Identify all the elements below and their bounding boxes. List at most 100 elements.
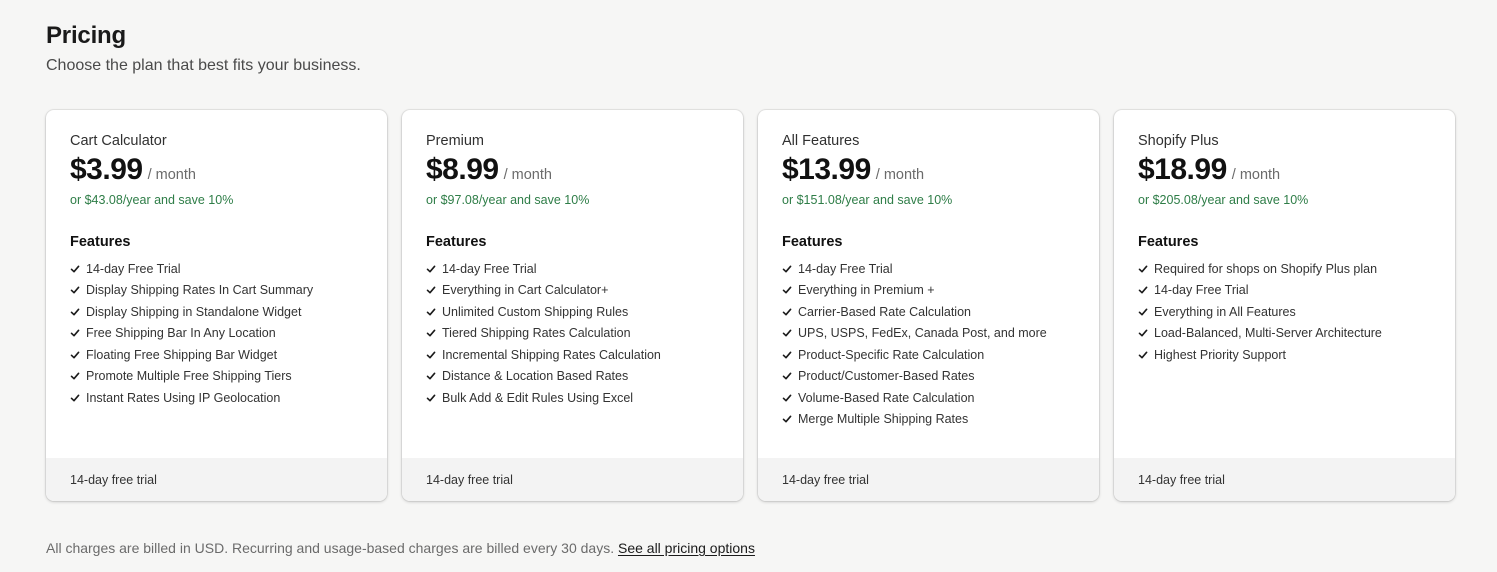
feature-text: Product/Customer-Based Rates: [798, 369, 975, 384]
checkmark-icon: [426, 328, 438, 338]
feature-text: Display Shipping Rates In Cart Summary: [86, 283, 314, 298]
feature-text: Bulk Add & Edit Rules Using Excel: [442, 390, 634, 405]
features-list: Required for shops on Shopify Plus plan 1…: [1138, 258, 1431, 366]
trial-footer: 14-day free trial: [402, 458, 743, 501]
plan-period: / month: [147, 167, 196, 183]
checkmark-icon: [70, 328, 82, 338]
feature-text: Free Shipping Bar In Any Location: [86, 326, 276, 341]
feature-text: Carrier-Based Rate Calculation: [798, 304, 971, 319]
plan-name: Shopify Plus: [1138, 133, 1219, 149]
yearly-savings: or $205.08/year and save 10%: [1138, 193, 1309, 207]
checkmark-icon: [1138, 350, 1150, 360]
feature-text: 14-day Free Trial: [798, 261, 893, 276]
feature-item: 14-day Free Trial: [70, 258, 363, 280]
checkmark-icon: [782, 264, 794, 274]
feature-item: Volume-Based Rate Calculation: [782, 387, 1075, 409]
checkmark-icon: [782, 393, 794, 403]
feature-text: Distance & Location Based Rates: [442, 369, 629, 384]
feature-item: Distance & Location Based Rates: [426, 366, 719, 388]
plan-price: $13.99: [782, 153, 871, 186]
billing-note-text: All charges are billed in USD. Recurring…: [46, 540, 615, 556]
checkmark-icon: [70, 264, 82, 274]
feature-item: Product/Customer-Based Rates: [782, 366, 1075, 388]
features-list: 14-day Free Trial Display Shipping Rates …: [70, 258, 363, 409]
price-row: $18.99/ month: [1138, 153, 1431, 187]
feature-text: Everything in Premium +: [798, 283, 935, 298]
checkmark-icon: [426, 371, 438, 381]
billing-note: All charges are billed in USD. Recurring…: [46, 540, 755, 556]
feature-item: UPS, USPS, FedEx, Canada Post, and more: [782, 323, 1075, 345]
feature-text: Promote Multiple Free Shipping Tiers: [86, 369, 292, 384]
feature-text: Everything in All Features: [1154, 304, 1296, 319]
feature-item: Unlimited Custom Shipping Rules: [426, 301, 719, 323]
checkmark-icon: [782, 371, 794, 381]
feature-item: Everything in Cart Calculator+: [426, 280, 719, 302]
checkmark-icon: [426, 393, 438, 403]
checkmark-icon: [782, 285, 794, 295]
feature-item: Floating Free Shipping Bar Widget: [70, 344, 363, 366]
feature-item: Tiered Shipping Rates Calculation: [426, 323, 719, 345]
price-row: $8.99/ month: [426, 153, 719, 187]
plan-period: / month: [875, 167, 925, 183]
plan-price: $8.99: [426, 153, 499, 186]
checkmark-icon: [70, 307, 82, 317]
checkmark-icon: [70, 393, 82, 403]
page-title: Pricing: [46, 22, 126, 49]
feature-text: Floating Free Shipping Bar Widget: [86, 347, 278, 362]
checkmark-icon: [70, 285, 82, 295]
feature-text: Highest Priority Support: [1154, 347, 1287, 362]
checkmark-icon: [426, 307, 438, 317]
features-heading: Features: [1138, 234, 1199, 250]
page-subtitle: Choose the plan that best fits your busi…: [46, 57, 361, 74]
feature-item: Instant Rates Using IP Geolocation: [70, 387, 363, 409]
plan-price: $3.99: [70, 153, 143, 186]
trial-footer: 14-day free trial: [46, 458, 387, 501]
plan-card-shopify-plus[interactable]: Shopify Plus $18.99/ month or $205.08/year…: [1114, 110, 1455, 501]
checkmark-icon: [70, 350, 82, 360]
feature-item: Everything in All Features: [1138, 301, 1431, 323]
features-heading: Features: [70, 234, 131, 250]
pricing-cards: Cart Calculator $3.99/ month or $43.08/yea…: [46, 110, 1455, 501]
price-row: $3.99/ month: [70, 153, 363, 187]
feature-text: Unlimited Custom Shipping Rules: [442, 304, 629, 319]
feature-text: Merge Multiple Shipping Rates: [798, 412, 969, 427]
yearly-savings: or $97.08/year and save 10%: [426, 193, 590, 207]
see-all-pricing-link[interactable]: See all pricing options: [618, 540, 755, 556]
plan-name: All Features: [782, 133, 860, 149]
checkmark-icon: [782, 307, 794, 317]
checkmark-icon: [782, 414, 794, 424]
checkmark-icon: [1138, 307, 1150, 317]
checkmark-icon: [426, 285, 438, 295]
plan-period: / month: [503, 167, 552, 183]
checkmark-icon: [426, 350, 438, 360]
feature-item: Everything in Premium +: [782, 280, 1075, 302]
feature-item: Bulk Add & Edit Rules Using Excel: [426, 387, 719, 409]
plan-card-all-features[interactable]: All Features $13.99/ month or $151.08/year…: [758, 110, 1099, 501]
feature-item: Load-Balanced, Multi-Server Architecture: [1138, 323, 1431, 345]
feature-text: Volume-Based Rate Calculation: [798, 390, 975, 405]
plan-card-cart-calculator[interactable]: Cart Calculator $3.99/ month or $43.08/yea…: [46, 110, 387, 501]
plan-period: / month: [1231, 167, 1281, 183]
feature-text: Tiered Shipping Rates Calculation: [442, 326, 631, 341]
feature-item: Carrier-Based Rate Calculation: [782, 301, 1075, 323]
feature-text: Load-Balanced, Multi-Server Architecture: [1154, 326, 1382, 341]
plan-card-premium[interactable]: Premium $8.99/ month or $97.08/year and sa…: [402, 110, 743, 501]
plan-card-body: Cart Calculator $3.99/ month or $43.08/yea…: [46, 110, 387, 409]
features-list: 14-day Free Trial Everything in Cart Calc…: [426, 258, 719, 409]
yearly-savings: or $43.08/year and save 10%: [70, 193, 234, 207]
checkmark-icon: [1138, 328, 1150, 338]
features-heading: Features: [782, 234, 843, 250]
plan-name: Premium: [426, 133, 485, 149]
checkmark-icon: [426, 264, 438, 274]
feature-item: Promote Multiple Free Shipping Tiers: [70, 366, 363, 388]
feature-item: Required for shops on Shopify Plus plan: [1138, 258, 1431, 280]
yearly-savings: or $151.08/year and save 10%: [782, 193, 953, 207]
feature-text: UPS, USPS, FedEx, Canada Post, and more: [798, 326, 1047, 341]
feature-item: Incremental Shipping Rates Calculation: [426, 344, 719, 366]
feature-text: Product-Specific Rate Calculation: [798, 347, 985, 362]
price-row: $13.99/ month: [782, 153, 1075, 187]
feature-item: 14-day Free Trial: [782, 258, 1075, 280]
feature-text: Required for shops on Shopify Plus plan: [1154, 261, 1378, 276]
trial-footer: 14-day free trial: [758, 458, 1099, 501]
feature-item: Merge Multiple Shipping Rates: [782, 409, 1075, 431]
